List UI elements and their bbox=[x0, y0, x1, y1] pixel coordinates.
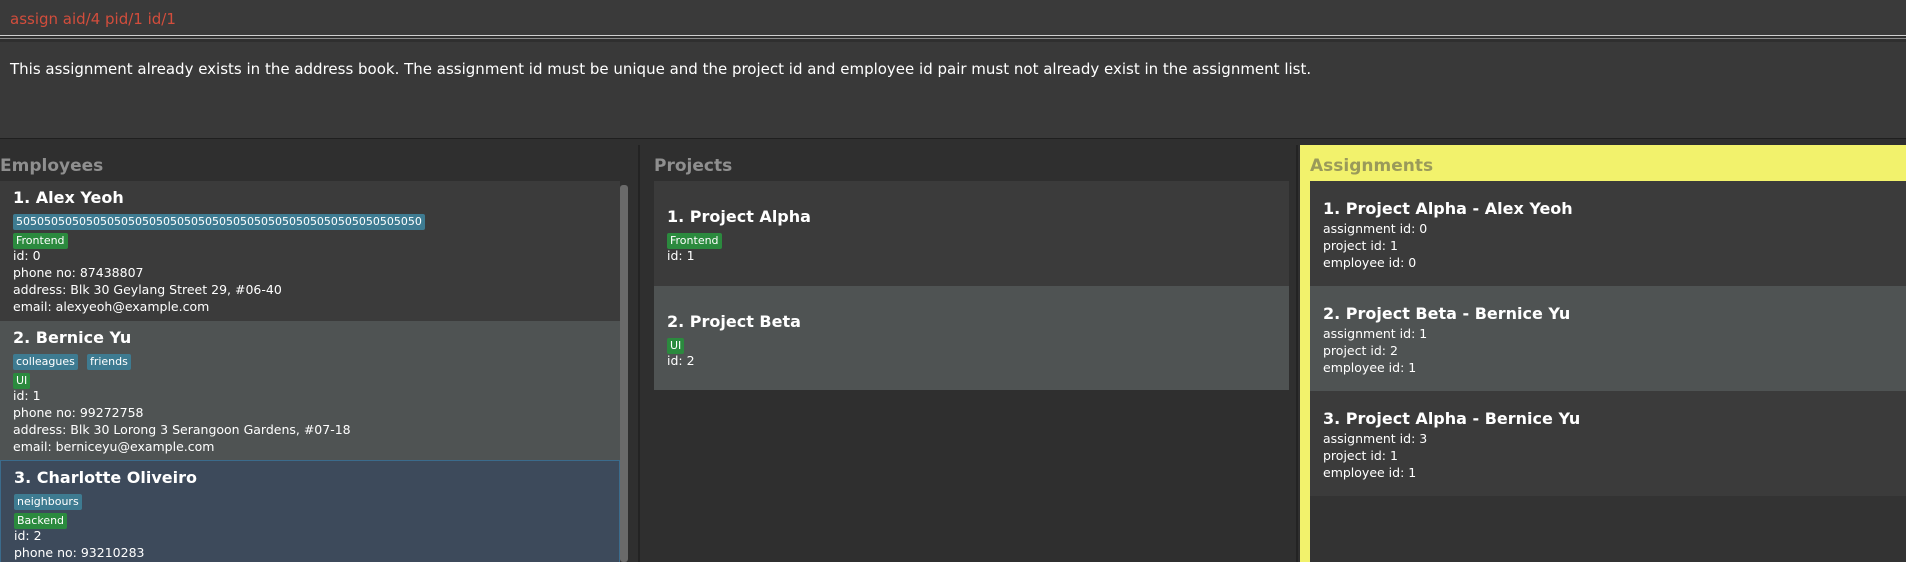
assignment-card[interactable]: 2. Project Beta - Bernice Yu assignment … bbox=[1310, 286, 1906, 391]
employee-phone: phone no: 87438807 bbox=[13, 265, 144, 280]
project-card[interactable]: 2. Project Beta UI id: 2 bbox=[654, 286, 1289, 390]
assignments-title: Assignments bbox=[1310, 156, 1434, 176]
project-name: 1. Project Alpha bbox=[667, 207, 811, 226]
projects-title: Projects bbox=[654, 156, 733, 176]
employee-tags: neighbours bbox=[14, 490, 619, 510]
tag-badge: neighbours bbox=[14, 494, 82, 510]
project-departments: Frontend bbox=[667, 229, 1289, 249]
tag-badge: colleagues bbox=[13, 354, 78, 370]
employee-card-selected[interactable]: 3. Charlotte Oliveiro neighbours Backend… bbox=[0, 460, 620, 562]
employee-name: 3. Charlotte Oliveiro bbox=[14, 468, 198, 487]
assignment-eid: employee id: 1 bbox=[1323, 465, 1417, 480]
assignment-name: 3. Project Alpha - Bernice Yu bbox=[1323, 409, 1581, 428]
employee-email: email: alexyeoh@example.com bbox=[13, 299, 210, 314]
command-input[interactable] bbox=[10, 8, 1890, 30]
assignment-card[interactable]: 1. Project Alpha - Alex Yeoh assignment … bbox=[1310, 181, 1906, 286]
employee-departments: Frontend bbox=[13, 229, 620, 249]
project-card[interactable]: 1. Project Alpha Frontend id: 1 bbox=[654, 181, 1289, 286]
command-box[interactable] bbox=[0, 0, 1906, 36]
employee-list-scrollbar[interactable] bbox=[620, 181, 628, 562]
assignment-list[interactable]: 1. Project Alpha - Alex Yeoh assignment … bbox=[1310, 181, 1906, 562]
employee-address: address: Blk 30 Geylang Street 29, #06-4… bbox=[13, 282, 282, 297]
projects-panel: Projects 1. Project Alpha Frontend id: 1… bbox=[643, 145, 1298, 562]
assignment-aid: assignment id: 0 bbox=[1323, 221, 1428, 236]
employee-phone: phone no: 99272758 bbox=[13, 405, 144, 420]
employee-departments: UI bbox=[13, 369, 620, 389]
assignment-card[interactable]: 3. Project Alpha - Bernice Yu assignment… bbox=[1310, 391, 1906, 496]
project-id: id: 1 bbox=[667, 248, 695, 263]
assignment-aid: assignment id: 1 bbox=[1323, 326, 1428, 341]
scrollbar-thumb[interactable] bbox=[620, 185, 628, 562]
assignment-eid: employee id: 0 bbox=[1323, 255, 1417, 270]
assignment-eid: employee id: 1 bbox=[1323, 360, 1417, 375]
employee-departments: Backend bbox=[14, 509, 619, 529]
result-message: This assignment already exists in the ad… bbox=[10, 60, 1312, 78]
employee-email: email: berniceyu@example.com bbox=[13, 439, 215, 454]
assignment-name: 1. Project Alpha - Alex Yeoh bbox=[1323, 199, 1573, 218]
employee-phone: phone no: 93210283 bbox=[14, 545, 145, 560]
assignment-pid: project id: 1 bbox=[1323, 238, 1398, 253]
tag-badge: friends bbox=[86, 354, 131, 370]
result-display: This assignment already exists in the ad… bbox=[0, 42, 1906, 139]
employee-card[interactable]: 1. Alex Yeoh 505050505050505050505050505… bbox=[0, 181, 620, 321]
employees-panel: Employees 1. Alex Yeoh 50505050505050505… bbox=[0, 145, 640, 562]
tag-badge: 5050505050505050505050505050505050505050… bbox=[13, 214, 425, 230]
project-list[interactable]: 1. Project Alpha Frontend id: 1 2. Proje… bbox=[654, 181, 1289, 562]
employee-name: 2. Bernice Yu bbox=[13, 328, 132, 347]
assignment-pid: project id: 2 bbox=[1323, 343, 1398, 358]
employee-list[interactable]: 1. Alex Yeoh 505050505050505050505050505… bbox=[0, 181, 620, 562]
assignment-name: 2. Project Beta - Bernice Yu bbox=[1323, 304, 1571, 323]
employees-title: Employees bbox=[0, 156, 104, 176]
employee-tags: colleagues friends bbox=[13, 350, 620, 370]
project-name: 2. Project Beta bbox=[667, 312, 801, 331]
employee-id: id: 2 bbox=[14, 528, 42, 543]
assignment-pid: project id: 1 bbox=[1323, 448, 1398, 463]
employee-id: id: 1 bbox=[13, 388, 41, 403]
employee-tags: 5050505050505050505050505050505050505050… bbox=[13, 210, 620, 230]
assignment-aid: assignment id: 3 bbox=[1323, 431, 1428, 446]
employee-address: address: Blk 30 Lorong 3 Serangoon Garde… bbox=[13, 422, 351, 437]
project-id: id: 2 bbox=[667, 353, 695, 368]
employee-card[interactable]: 2. Bernice Yu colleagues friends UI id: … bbox=[0, 321, 620, 460]
employee-id: id: 0 bbox=[13, 248, 41, 263]
project-departments: UI bbox=[667, 334, 1289, 354]
employee-name: 1. Alex Yeoh bbox=[13, 188, 124, 207]
command-divider bbox=[0, 38, 1906, 39]
assignments-panel: Assignments 1. Project Alpha - Alex Yeoh… bbox=[1300, 145, 1906, 562]
